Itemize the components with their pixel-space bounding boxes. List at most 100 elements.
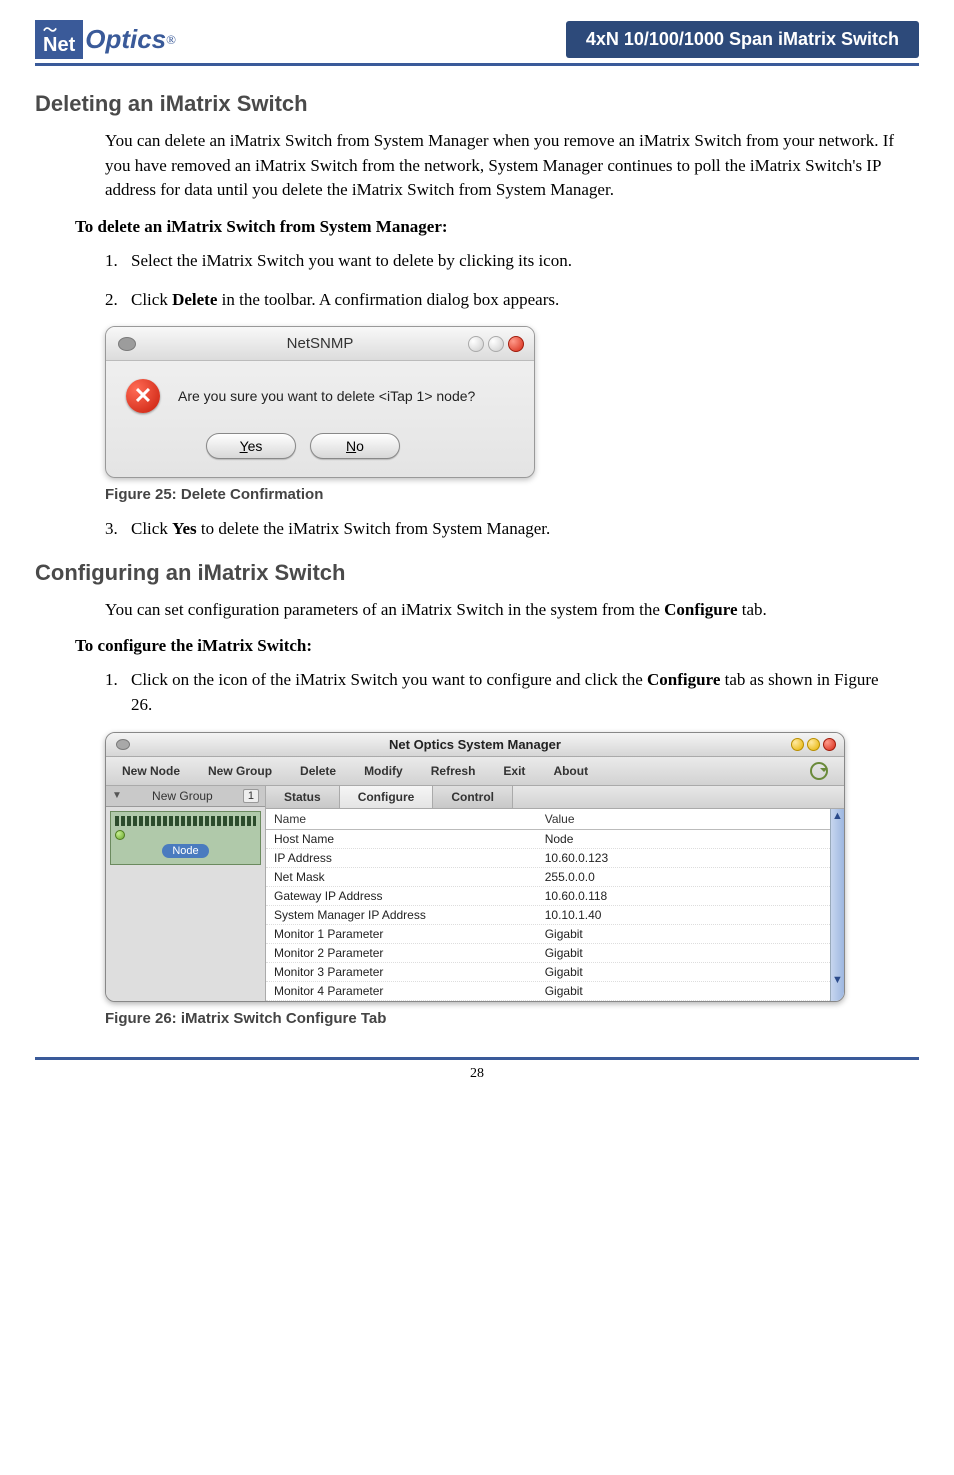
logo-net-box: 〜 Net <box>35 20 83 59</box>
menu-new-node[interactable]: New Node <box>122 764 180 778</box>
config-step-1-bold: Configure <box>647 670 720 689</box>
tab-status[interactable]: Status <box>266 786 340 808</box>
cell-value: Gigabit <box>537 963 808 981</box>
window-minimize-icon[interactable] <box>118 337 136 351</box>
sidebar-group-header[interactable]: ▼ New Group 1 <box>106 786 265 807</box>
tab-control[interactable]: Control <box>433 786 513 808</box>
config-step-1-pre: Click on the icon of the iMatrix Switch … <box>131 670 647 689</box>
logo-net-text: Net <box>43 34 75 56</box>
menu-about[interactable]: About <box>553 764 588 778</box>
step-3-post: to delete the iMatrix Switch from System… <box>197 519 551 538</box>
disclosure-triangle-icon[interactable]: ▼ <box>112 790 122 801</box>
yes-button[interactable]: Yes <box>206 433 296 459</box>
step-2-pre: Click <box>131 290 172 309</box>
deleting-steps: 1.Select the iMatrix Switch you want to … <box>105 249 899 312</box>
error-x-icon: ✕ <box>126 379 160 413</box>
table-row[interactable]: Net Mask 255.0.0.0 <box>266 868 830 887</box>
window-button-2-icon[interactable] <box>488 336 504 352</box>
config-table: Name Value Host Name Node IP Address 10.… <box>266 809 830 1001</box>
table-row[interactable]: Gateway IP Address 10.60.0.118 <box>266 887 830 906</box>
menu-refresh[interactable]: Refresh <box>431 764 476 778</box>
cell-name: System Manager IP Address <box>266 906 537 924</box>
page-header: 〜 Net Optics ® 4xN 10/100/1000 Span iMat… <box>35 20 919 66</box>
cell-name: Monitor 4 Parameter <box>266 982 537 1000</box>
page-footer: 28 <box>35 1057 919 1082</box>
menu-new-group[interactable]: New Group <box>208 764 272 778</box>
cell-value: Gigabit <box>537 944 808 962</box>
step-1: 1.Select the iMatrix Switch you want to … <box>105 249 899 274</box>
win-yellow-icon[interactable] <box>791 738 804 751</box>
menu-exit[interactable]: Exit <box>503 764 525 778</box>
cell-value: 10.10.1.40 <box>537 906 808 924</box>
sidebar-group-label: New Group <box>152 789 213 803</box>
brand-logo: 〜 Net Optics ® <box>35 20 176 59</box>
scroll-up-arrow-icon[interactable]: ▲ <box>831 809 844 823</box>
menu-modify[interactable]: Modify <box>364 764 403 778</box>
window-close-icon[interactable] <box>508 336 524 352</box>
figure-26-num: Figure 26: <box>105 1010 181 1027</box>
winmgr-title-text: Net Optics System Manager <box>389 737 561 752</box>
deleting-intro: You can delete an iMatrix Switch from Sy… <box>105 129 899 203</box>
step-1-text: Select the iMatrix Switch you want to de… <box>131 251 572 270</box>
table-row[interactable]: Monitor 2 Parameter Gigabit <box>266 944 830 963</box>
vertical-scrollbar[interactable]: ▲ ▼ <box>830 809 844 1001</box>
step-3-pre: Click <box>131 519 172 538</box>
col-value-header[interactable]: Value <box>537 809 808 829</box>
win-right-controls <box>791 738 836 751</box>
menu-delete[interactable]: Delete <box>300 764 336 778</box>
deleting-subhead: To delete an iMatrix Switch from System … <box>75 217 919 237</box>
device-node-chip[interactable]: Node <box>162 844 208 858</box>
dialog-body: ✕ Are you sure you want to delete <iTap … <box>106 361 534 425</box>
window-button-1-icon[interactable] <box>468 336 484 352</box>
tab-configure[interactable]: Configure <box>340 786 434 808</box>
config-intro-bold: Configure <box>664 600 737 619</box>
configuring-subhead: To configure the iMatrix Switch: <box>75 636 919 656</box>
logo-optics-text: Optics <box>85 24 166 55</box>
no-underline: N <box>346 438 356 454</box>
page-number: 28 <box>470 1066 484 1081</box>
win-close-icon[interactable] <box>823 738 836 751</box>
table-row[interactable]: Monitor 1 Parameter Gigabit <box>266 925 830 944</box>
device-card[interactable]: Node <box>110 811 261 865</box>
cell-value: 10.60.0.118 <box>537 887 808 905</box>
table-row[interactable]: IP Address 10.60.0.123 <box>266 849 830 868</box>
figure-26-wrap: Net Optics System Manager New Node New G… <box>105 732 919 1002</box>
no-rest: o <box>356 438 364 454</box>
configuring-intro: You can set configuration parameters of … <box>105 598 899 623</box>
config-intro-pre: You can set configuration parameters of … <box>105 600 664 619</box>
figure-25-wrap: NetSNMP ✕ Are you sure you want to delet… <box>105 326 919 478</box>
win-yellow2-icon[interactable] <box>807 738 820 751</box>
no-button[interactable]: No <box>310 433 400 459</box>
table-row[interactable]: Monitor 4 Parameter Gigabit <box>266 982 830 1001</box>
menubar: New Node New Group Delete Modify Refresh… <box>106 757 844 786</box>
winmgr-content: ▼ New Group 1 Node Status Conf <box>106 786 844 1001</box>
device-ports-icon <box>115 816 256 826</box>
dialog-titlebar: NetSNMP <box>106 327 534 361</box>
scroll-down-arrow-icon[interactable]: ▼ <box>831 973 844 987</box>
figure-25-caption: Figure 25: Delete Confirmation <box>105 486 919 503</box>
table-row[interactable]: System Manager IP Address 10.10.1.40 <box>266 906 830 925</box>
table-row[interactable]: Monitor 3 Parameter Gigabit <box>266 963 830 982</box>
cell-value: Gigabit <box>537 982 808 1000</box>
deleting-steps-cont: 3. Click Yes to delete the iMatrix Switc… <box>105 517 899 542</box>
step-2-bold: Delete <box>172 290 217 309</box>
sidebar: ▼ New Group 1 Node <box>106 786 266 1001</box>
window-controls <box>468 336 524 352</box>
step-3: 3. Click Yes to delete the iMatrix Switc… <box>105 517 899 542</box>
figure-25-title: Delete Confirmation <box>181 486 324 503</box>
cell-name: Gateway IP Address <box>266 887 537 905</box>
yes-underline: Y <box>240 438 248 454</box>
yes-rest: es <box>248 438 263 454</box>
delete-confirmation-dialog: NetSNMP ✕ Are you sure you want to delet… <box>105 326 535 478</box>
heading-configuring: Configuring an iMatrix Switch <box>35 560 919 586</box>
cell-value: 10.60.0.123 <box>537 849 808 867</box>
device-status-led-icon <box>115 830 125 840</box>
sidebar-group-count: 1 <box>243 789 259 803</box>
cell-value: Node <box>537 830 808 848</box>
logo-registered-icon: ® <box>166 32 176 48</box>
table-row[interactable]: Host Name Node <box>266 830 830 849</box>
figure-25-num: Figure 25: <box>105 486 181 503</box>
win-minimize-icon[interactable] <box>116 739 130 750</box>
refresh-circle-icon[interactable] <box>810 762 828 780</box>
col-name-header[interactable]: Name <box>266 809 537 829</box>
